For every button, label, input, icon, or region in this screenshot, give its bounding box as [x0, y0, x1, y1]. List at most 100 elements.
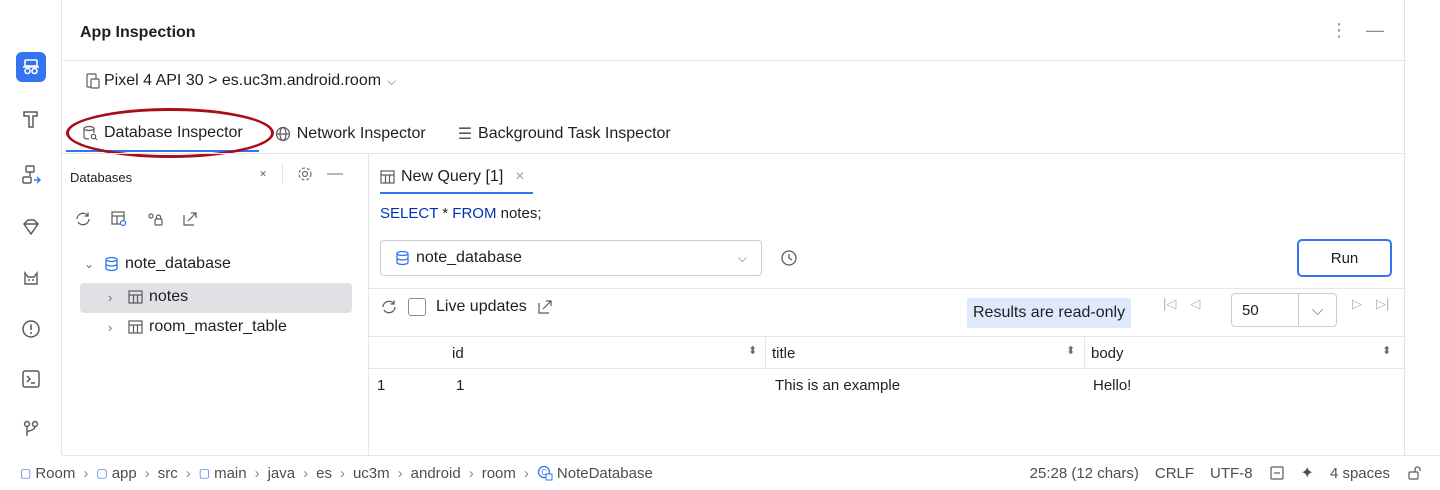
export-icon[interactable]: [182, 211, 198, 227]
caret-position[interactable]: 25:28 (12 chars): [1030, 465, 1139, 482]
column-header-body[interactable]: body: [1091, 338, 1124, 368]
more-options-icon[interactable]: ⋮: [1330, 20, 1348, 41]
status-right: 25:28 (12 chars) CRLF UTF-8 ✦ 4 spaces: [1030, 456, 1422, 490]
breadcrumb-item[interactable]: room: [482, 465, 516, 482]
column-divider[interactable]: [765, 336, 766, 368]
tree-item-label: room_master_table: [149, 318, 287, 335]
tree-item-label: notes: [149, 288, 189, 305]
breadcrumb-item[interactable]: es: [316, 465, 332, 482]
close-icon[interactable]: ×: [515, 168, 524, 186]
refresh-icon[interactable]: [74, 210, 92, 228]
class-icon: C: [537, 465, 553, 481]
sql-token: *: [442, 205, 449, 222]
collapse-icon[interactable]: ⌄ ⌃: [258, 164, 268, 184]
memory-indicator-icon[interactable]: [1269, 465, 1285, 481]
gem-icon[interactable]: [16, 212, 46, 242]
sort-icon[interactable]: ⬍: [1382, 344, 1391, 357]
breadcrumb-separator: ›: [83, 464, 89, 482]
cell-body[interactable]: Hello!: [1093, 372, 1131, 398]
chevron-down-icon: ⌵: [737, 250, 747, 265]
sort-icon[interactable]: ⬍: [748, 344, 757, 357]
previous-page-icon[interactable]: ◁: [1190, 296, 1200, 312]
table-border: [369, 368, 1404, 369]
last-page-icon[interactable]: ▷|: [1376, 296, 1389, 312]
live-updates-checkbox[interactable]: [408, 298, 426, 316]
pager-forward: ▷ ▷|: [1352, 296, 1389, 312]
breadcrumb-item[interactable]: ▢ Room: [20, 465, 75, 482]
column-header-id[interactable]: id: [452, 338, 464, 368]
table-border: [369, 336, 1404, 337]
app-inspection-icon[interactable]: [16, 52, 46, 82]
export-icon[interactable]: [537, 299, 553, 315]
device-manager-icon[interactable]: [16, 160, 46, 190]
version-control-icon[interactable]: [16, 414, 46, 444]
column-divider[interactable]: [1084, 336, 1085, 368]
list-icon: ☰: [457, 126, 473, 143]
chevron-down-icon[interactable]: ⌄: [84, 257, 98, 271]
sql-keyword: SELECT: [380, 205, 439, 222]
tree-item-notes[interactable]: › notes: [108, 288, 188, 306]
logcat-icon[interactable]: [16, 264, 46, 294]
problems-icon[interactable]: [16, 314, 46, 344]
sql-editor[interactable]: SELECT * FROM notes;: [380, 205, 542, 222]
chevron-right-icon[interactable]: ›: [108, 320, 122, 335]
breadcrumb-separator: ›: [397, 464, 403, 482]
breadcrumb-item[interactable]: ▢ main: [199, 465, 247, 482]
column-header-title[interactable]: title: [772, 338, 795, 368]
query-table-icon[interactable]: [110, 210, 128, 228]
breadcrumb-item[interactable]: java: [268, 465, 296, 482]
breadcrumb-separator: ›: [185, 464, 191, 482]
globe-icon: [275, 126, 291, 142]
chevron-down-icon[interactable]: ⌵: [1298, 294, 1336, 326]
tab-label: Network Inspector: [296, 125, 426, 142]
lock-icon[interactable]: [1406, 465, 1422, 481]
breadcrumb-item[interactable]: ▢ app: [96, 465, 136, 482]
encoding[interactable]: UTF-8: [1210, 465, 1253, 482]
tab-background-task-inspector[interactable]: ☰ Background Task Inspector: [442, 116, 687, 152]
cell-id[interactable]: 1: [456, 372, 464, 398]
chevron-right-icon[interactable]: ›: [108, 290, 122, 305]
tab-label: Background Task Inspector: [478, 125, 671, 142]
module-icon: ▢: [198, 466, 211, 480]
results-toolbar: Live updates: [380, 298, 553, 316]
module-icon: ▢: [96, 466, 108, 480]
breadcrumb-item[interactable]: android: [411, 465, 461, 482]
sql-keyword: FROM: [452, 205, 497, 222]
sql-token: notes;: [500, 205, 542, 222]
history-icon[interactable]: [780, 249, 798, 267]
breadcrumb-separator: ›: [303, 464, 309, 482]
breadcrumb-item[interactable]: C NoteDatabase: [537, 465, 653, 482]
keep-offline-icon[interactable]: [146, 210, 164, 228]
query-tab-label: New Query [1]: [401, 168, 504, 185]
tree-item-room-master-table[interactable]: › room_master_table: [108, 318, 287, 336]
gear-icon[interactable]: [297, 166, 313, 182]
run-button[interactable]: Run: [1297, 239, 1392, 277]
indent-setting[interactable]: 4 spaces: [1330, 465, 1390, 482]
database-select[interactable]: note_database ⌵: [380, 240, 762, 276]
database-select-value: note_database: [416, 249, 522, 266]
first-page-icon[interactable]: |◁: [1163, 296, 1176, 312]
terminal-icon[interactable]: [16, 364, 46, 394]
tab-new-query[interactable]: New Query [1] ×: [380, 162, 533, 194]
build-hammer-icon[interactable]: [16, 104, 46, 134]
breadcrumb-item[interactable]: src: [158, 465, 178, 482]
page-size-value: 50: [1242, 301, 1259, 319]
device-selector[interactable]: Pixel 4 API 30 > es.uc3m.android.room ⌵: [86, 72, 396, 90]
hide-icon[interactable]: —: [327, 165, 343, 183]
breadcrumb-separator: ›: [339, 464, 345, 482]
minimize-icon[interactable]: —: [1366, 20, 1384, 41]
breadcrumb-item[interactable]: uc3m: [353, 465, 390, 482]
refresh-icon[interactable]: [380, 298, 398, 316]
line-ending[interactable]: CRLF: [1155, 465, 1194, 482]
next-page-icon[interactable]: ▷: [1352, 296, 1362, 312]
tree-item-note-database[interactable]: ⌄ note_database: [84, 255, 231, 273]
tree-item-label: note_database: [125, 255, 231, 272]
breadcrumb-separator: ›: [254, 464, 260, 482]
page-size-select[interactable]: 50 ⌵: [1231, 293, 1337, 327]
ai-sparkle-icon[interactable]: ✦: [1301, 463, 1314, 483]
row-number: 1: [377, 376, 386, 394]
tab-network-inspector[interactable]: Network Inspector: [259, 116, 442, 152]
pane-splitter[interactable]: [368, 154, 369, 456]
cell-title[interactable]: This is an example: [775, 372, 900, 398]
sort-icon[interactable]: ⬍: [1066, 344, 1075, 357]
